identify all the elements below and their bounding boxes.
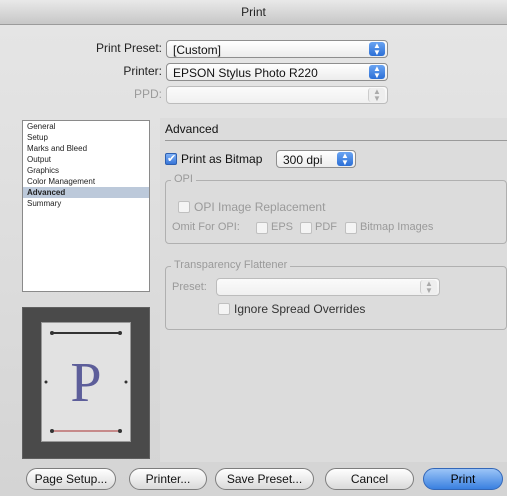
sidebar-item-graphics[interactable]: Graphics [23,165,149,176]
window-title: Print [0,0,507,25]
printer-popup[interactable]: EPSON Stylus Photo R220 ▲ ▼ [166,63,388,81]
sidebar-item-advanced[interactable]: Advanced [23,187,149,198]
sidebar-item-output[interactable]: Output [23,154,149,165]
eps-checkbox[interactable] [256,222,268,234]
sidebar-item-color-management[interactable]: Color Management [23,176,149,187]
page-preview[interactable]: P [22,307,150,459]
page-setup-button[interactable]: Page Setup... [26,468,116,490]
preview-letter: P [70,352,102,414]
sidebar-item-general[interactable]: General [23,121,149,132]
print-button[interactable]: Print [423,468,503,490]
ignore-spread-overrides-label: Ignore Spread Overrides [234,302,366,316]
title-divider [165,140,507,141]
print-as-bitmap-label: Print as Bitmap [181,152,263,166]
flattener-group [165,266,507,330]
dpi-value: 300 dpi [283,153,323,167]
save-preset-button[interactable]: Save Preset... [215,468,314,490]
bitmap-images-checkbox[interactable] [345,222,357,234]
sidebar-item-summary[interactable]: Summary [23,198,149,209]
dpi-popup[interactable]: 300 dpi ▲ ▼ [276,150,356,168]
print-preset-label: Print Preset: [95,41,162,55]
omit-for-opi-label: Omit For OPI: [172,221,240,233]
ppd-label: PPD: [133,87,162,101]
printer-label: Printer: [123,64,162,78]
popup-arrows-icon: ▲ ▼ [369,42,385,57]
flattener-group-label: Transparency Flattener [171,259,291,271]
panel-title: Advanced [165,122,219,136]
popup-arrows-icon: ▲ ▼ [420,280,437,295]
pdf-label: PDF [315,221,337,233]
bitmap-images-label: Bitmap Images [360,221,434,233]
flattener-preset-popup[interactable]: ▲ ▼ [216,278,440,296]
cancel-button[interactable]: Cancel [325,468,414,490]
pdf-checkbox[interactable] [300,222,312,234]
opi-group-label: OPI [171,173,196,185]
popup-arrows-icon: ▲ ▼ [369,65,385,80]
print-preset-popup[interactable]: [Custom] ▲ ▼ [166,40,388,58]
printer-button[interactable]: Printer... [129,468,207,490]
flattener-preset-label: Preset: [172,281,207,293]
sidebar-item-marks-and-bleed[interactable]: Marks and Bleed [23,143,149,154]
preview-page: P [41,322,131,442]
print-as-bitmap-checkbox[interactable] [165,152,177,165]
ignore-spread-overrides-checkbox[interactable] [218,303,230,315]
popup-arrows-icon: ▲ ▼ [337,152,353,167]
advanced-panel: Advanced Print as Bitmap 300 dpi ▲▼ OPI … [160,118,507,462]
ppd-popup[interactable]: ▲ ▼ [166,86,388,104]
sidebar-item-setup[interactable]: Setup [23,132,149,143]
category-list: General Setup Marks and Bleed Output Gra… [22,120,150,292]
print-preset-value: [Custom] [173,43,222,57]
eps-label: EPS [271,221,294,233]
printer-value: EPSON Stylus Photo R220 [173,66,318,80]
popup-arrows-icon: ▲ ▼ [368,88,385,103]
opi-replacement-checkbox[interactable] [178,201,190,213]
opi-replacement-label: OPI Image Replacement [194,200,326,214]
print-dialog: Print Print Preset: [Custom] ▲ ▼ Printer:… [0,0,507,496]
